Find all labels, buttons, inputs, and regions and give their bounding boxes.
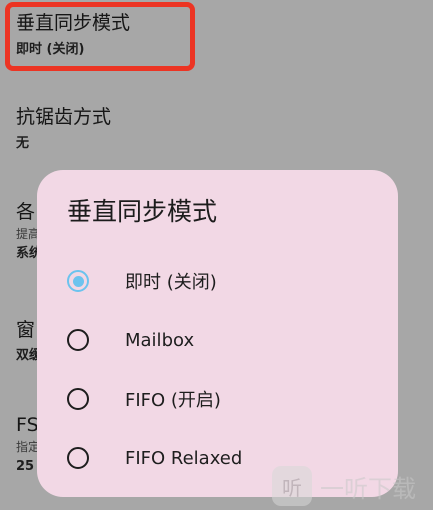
radio-unchecked-icon[interactable] (67, 329, 89, 351)
option-label: FIFO (开启) (125, 390, 221, 411)
watermark: 听 一听下载 (272, 466, 416, 506)
dialog-title: 垂直同步模式 (67, 197, 218, 226)
setting-value: 无 (16, 136, 30, 151)
highlight-annotation-box (5, 2, 195, 71)
radio-unchecked-icon[interactable] (67, 447, 89, 469)
option-fifo[interactable]: FIFO (开启) (67, 377, 377, 421)
radio-dot (72, 275, 84, 287)
watermark-text: 一听下载 (320, 474, 416, 503)
option-immediate[interactable]: 即时 (关闭) (67, 259, 377, 303)
setting-title: 抗锯齿方式 (16, 106, 112, 128)
watermark-logo-icon: 听 (272, 466, 312, 506)
vsync-mode-dialog: 垂直同步模式 即时 (关闭) Mailbox FIFO (开启) FIFO Re… (37, 170, 398, 497)
radio-checked-icon[interactable] (67, 270, 89, 292)
radio-unchecked-icon[interactable] (67, 388, 89, 410)
option-label: 即时 (关闭) (125, 272, 217, 293)
option-label: Mailbox (125, 329, 195, 351)
option-mailbox[interactable]: Mailbox (67, 318, 377, 362)
setting-anti-aliasing[interactable]: 抗锯齿方式 无 (16, 105, 416, 153)
option-label: FIFO Relaxed (125, 447, 243, 469)
